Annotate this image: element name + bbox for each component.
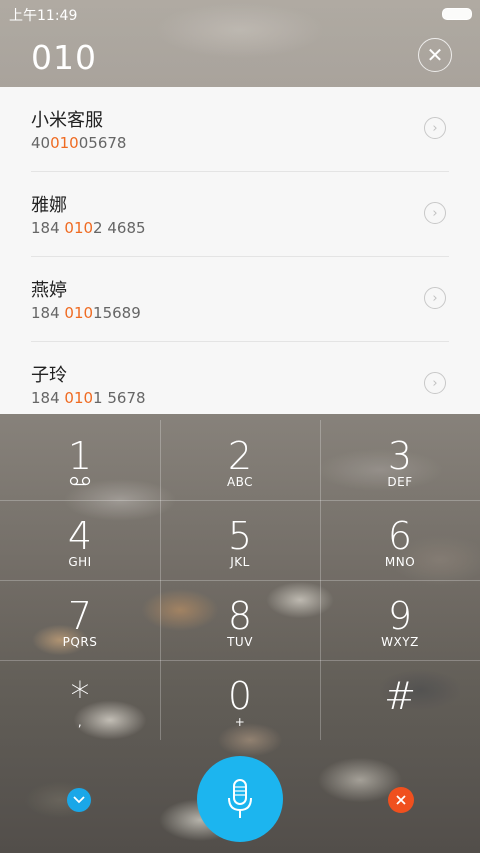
- key-9[interactable]: 9 WXYZ: [320, 580, 480, 660]
- key-5[interactable]: 5 JKL: [160, 500, 320, 580]
- chevron-right-icon[interactable]: ›: [424, 202, 446, 224]
- key-3[interactable]: 3 DEF: [320, 420, 480, 500]
- clear-button[interactable]: ✕: [418, 38, 452, 72]
- search-results-list: 小米客服 4001005678 › 雅娜 184 0102 4685 › 燕婷 …: [0, 87, 480, 414]
- contact-name: 燕婷: [31, 280, 67, 301]
- chevron-right-icon[interactable]: ›: [424, 287, 446, 309]
- dialed-number: 010: [31, 38, 97, 77]
- chevron-down-icon: [73, 796, 85, 804]
- list-item[interactable]: 燕婷 184 01015689 ›: [31, 257, 449, 342]
- key-hash[interactable]: #: [320, 660, 480, 740]
- key-2[interactable]: 2 ABC: [160, 420, 320, 500]
- key-4[interactable]: 4 GHI: [0, 500, 160, 580]
- contact-number: 184 0101 5678: [31, 389, 146, 407]
- voicemail-icon: [0, 475, 160, 489]
- key-7[interactable]: 7 PQRS: [0, 580, 160, 660]
- contact-name: 子玲: [31, 365, 67, 386]
- dial-keypad: 1 2 ABC 3 DEF 4 GHI 5 JKL 6 MNO 7 PQRS 8 TUV 9W…: [0, 420, 480, 740]
- collapse-keypad-button[interactable]: [67, 788, 91, 812]
- contact-name: 小米客服: [31, 110, 103, 131]
- chevron-right-icon[interactable]: ›: [424, 117, 446, 139]
- close-icon: [396, 795, 406, 805]
- close-icon: ✕: [426, 43, 444, 67]
- key-0[interactable]: 0 +: [160, 660, 320, 740]
- key-6[interactable]: 6 MNO: [320, 500, 480, 580]
- battery-icon: [442, 8, 472, 20]
- key-star[interactable]: *,: [0, 660, 160, 740]
- voice-search-button[interactable]: [197, 756, 283, 842]
- key-8[interactable]: 8 TUV: [160, 580, 320, 660]
- status-bar: 上午11:49: [0, 0, 480, 28]
- contact-number: 184 0102 4685: [31, 219, 146, 237]
- chevron-right-icon[interactable]: ›: [424, 372, 446, 394]
- contact-number: 184 01015689: [31, 304, 141, 322]
- contact-name: 雅娜: [31, 195, 67, 216]
- key-1[interactable]: 1: [0, 420, 160, 500]
- delete-button[interactable]: [388, 787, 414, 813]
- microphone-icon: [228, 779, 252, 818]
- list-item[interactable]: 子玲 184 0101 5678 ›: [31, 342, 449, 426]
- contact-number: 4001005678: [31, 134, 127, 152]
- status-time: 上午11:49: [9, 8, 78, 24]
- list-item[interactable]: 小米客服 4001005678 ›: [31, 87, 449, 172]
- list-item[interactable]: 雅娜 184 0102 4685 ›: [31, 172, 449, 257]
